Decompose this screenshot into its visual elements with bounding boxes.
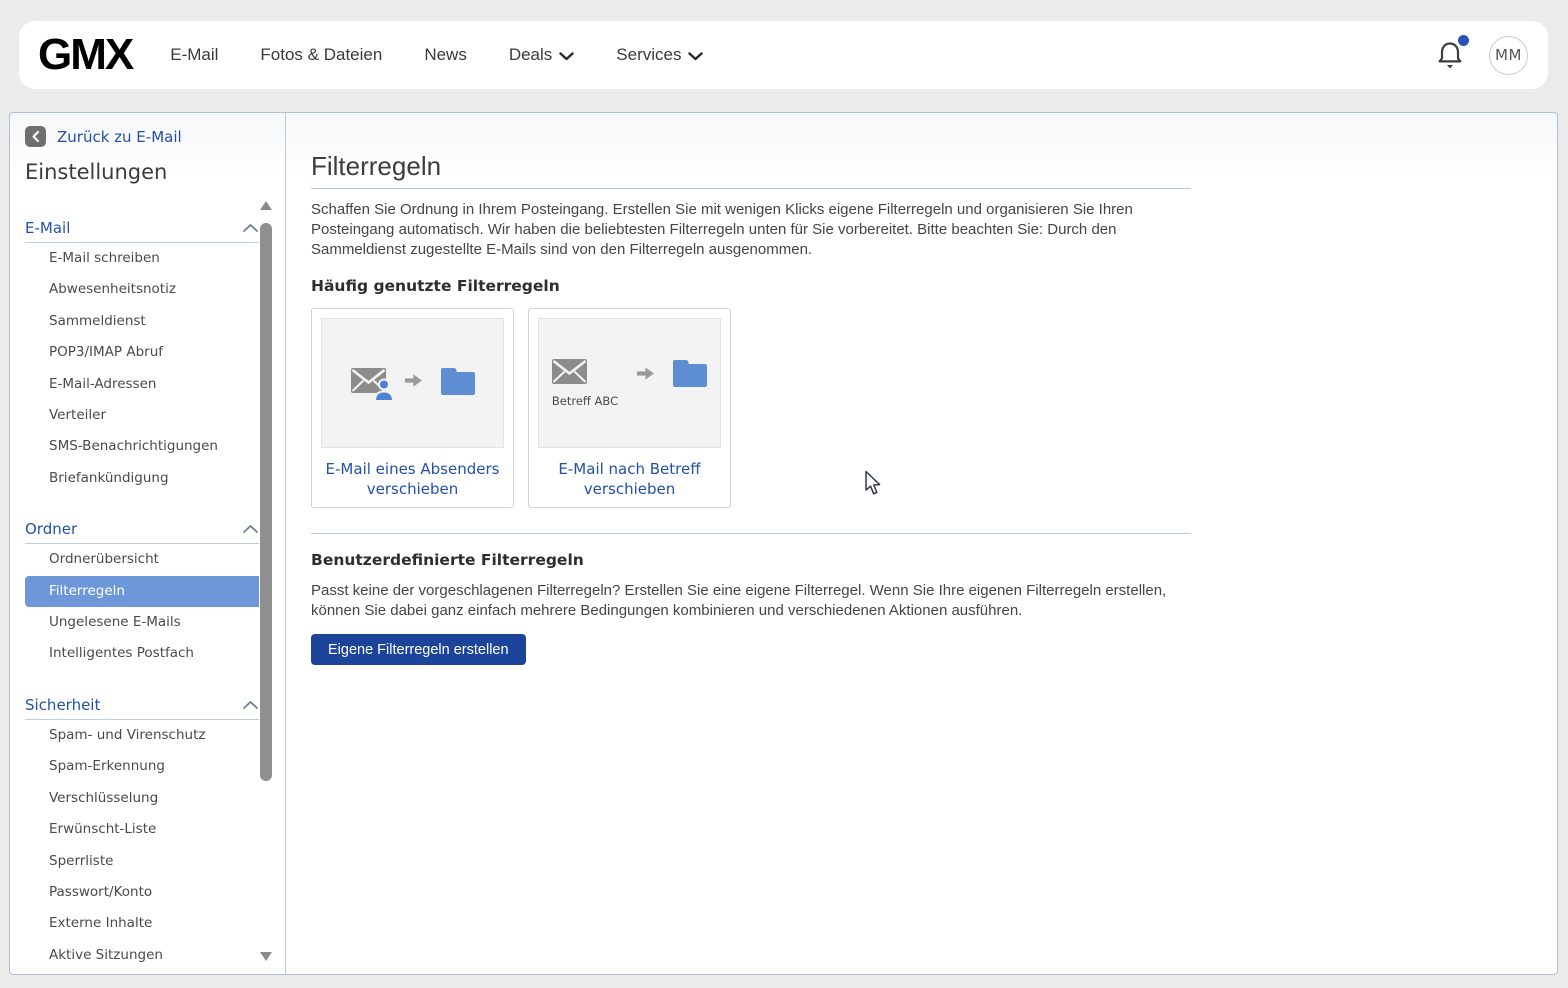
create-filter-button[interactable]: Eigene Filterregeln erstellen (311, 634, 526, 665)
filter-card-envelope-subject-to-folder[interactable]: Betreff ABC E-Mail nach Betreff verschieb… (528, 308, 731, 508)
avatar[interactable]: MM (1489, 35, 1528, 75)
section-label: E-Mail (25, 219, 71, 237)
scroll-down-arrow-icon[interactable] (260, 952, 272, 961)
notification-dot (1458, 35, 1469, 46)
main-content: Filterregeln Schaffen Sie Ordnung in Ihr… (287, 113, 1557, 974)
sidebar-section-ordner: Ordner Ordnerübersicht Filterregeln Ungeles… (25, 520, 259, 670)
chevron-up-icon[interactable] (242, 219, 259, 237)
arrow-right-icon (404, 373, 423, 393)
sidebar-item-sammeldienst[interactable]: Sammeldienst (25, 306, 259, 337)
chevron-down-icon (559, 46, 574, 66)
page-title: Filterregeln (311, 151, 442, 181)
card-figure (321, 318, 504, 448)
section-header[interactable]: Sicherheit (25, 696, 259, 720)
frequent-filters-heading: Häufig genutzte Filterregeln (311, 277, 560, 295)
sidebar-item-briefankündigung[interactable]: Briefankündigung (25, 463, 259, 494)
folder-icon (673, 358, 708, 392)
sidebar-item-sperrliste[interactable]: Sperrliste (25, 846, 259, 877)
notifications-button[interactable] (1437, 35, 1469, 70)
sidebar-item-e-mail-schreiben[interactable]: E-Mail schreiben (25, 243, 259, 274)
card-label[interactable]: E-Mail eines Absenders verschieben (321, 459, 504, 499)
sidebar-item-ordnerübersicht[interactable]: Ordnerübersicht (25, 544, 259, 575)
back-chevron-icon (25, 126, 46, 147)
chevron-down-icon (688, 46, 704, 66)
nav-item-label: Fotos & Dateien (260, 45, 383, 64)
sidebar-item-sms-benachrichtigungen[interactable]: SMS-Benachrichtigungen (25, 431, 259, 462)
sidebar-item-spam-erkennung[interactable]: Spam-Erkennung (25, 751, 259, 782)
title-divider (311, 188, 1191, 189)
custom-filters-text: Passt keine der vorgeschlagenen Filterre… (311, 582, 1167, 619)
settings-panel: Zurück zu E-Mail Einstellungen E-Mail E-M… (9, 112, 1558, 975)
sender-person-icon (373, 378, 395, 407)
gmx-logo[interactable]: GMX (38, 30, 134, 80)
sidebar-item-verteiler[interactable]: Verteiler (25, 400, 259, 431)
sidebar-item-ungelesene-e-mails[interactable]: Ungelesene E-Mails (25, 607, 259, 638)
sidebar-item-passwort-konto[interactable]: Passwort/Konto (25, 877, 259, 908)
sidebar-item-filterregeln[interactable]: Filterregeln (25, 575, 259, 608)
nav-item-news[interactable]: News (424, 45, 467, 65)
sidebar-item-spam-und-virenschutz[interactable]: Spam- und Virenschutz (25, 720, 259, 751)
arrow-right-icon (636, 366, 655, 386)
nav-item-e-mail[interactable]: E-Mail (170, 45, 218, 65)
back-link-label: Zurück zu E-Mail (57, 127, 182, 146)
sidebar-item-pop3-imap-abruf[interactable]: POP3/IMAP Abruf (25, 337, 259, 368)
custom-filters-heading: Benutzerdefinierte Filterregeln (311, 551, 584, 569)
section-divider (311, 533, 1191, 534)
folder-icon (440, 366, 475, 400)
filter-card-envelope-sender-to-folder[interactable]: E-Mail eines Absenders verschieben (311, 308, 514, 508)
settings-sidebar: Zurück zu E-Mail Einstellungen E-Mail E-M… (10, 113, 286, 974)
top-navigation-bar: GMX E-Mail Fotos & Dateien News Deals Servic… (19, 21, 1548, 89)
sidebar-item-erwünscht-liste[interactable]: Erwünscht-Liste (25, 814, 259, 845)
sidebar-item-verschlüsselung[interactable]: Verschlüsselung (25, 783, 259, 814)
sidebar-item-aktive-sitzungen[interactable]: Aktive Sitzungen (25, 940, 259, 964)
envelope-icon (350, 368, 394, 402)
section-header[interactable]: Ordner (25, 520, 259, 545)
chevron-up-icon[interactable] (242, 520, 259, 538)
sidebar-scrollbar[interactable] (259, 201, 273, 961)
sidebar-item-intelligentes-postfach[interactable]: Intelligentes Postfach (25, 638, 259, 669)
nav-item-label: E-Mail (170, 45, 219, 64)
primary-nav: E-Mail Fotos & Dateien News Deals Services (170, 44, 704, 66)
scrollbar-thumb[interactable] (260, 223, 272, 781)
back-to-email-link[interactable]: Zurück zu E-Mail (10, 113, 285, 147)
card-figure: Betreff ABC (538, 318, 721, 448)
bell-icon (1437, 42, 1463, 74)
section-header[interactable]: E-Mail (25, 219, 259, 243)
nav-item-deals[interactable]: Deals (509, 44, 574, 66)
chevron-up-icon[interactable] (242, 696, 259, 714)
sidebar-item-e-mail-adressen[interactable]: E-Mail-Adressen (25, 369, 259, 400)
intro-text: Schaffen Sie Ordnung in Ihrem Posteingan… (311, 201, 1133, 258)
envelope-group: Betreff ABC (551, 358, 619, 408)
nav-item-services[interactable]: Services (616, 44, 704, 66)
nav-item-label: Deals (508, 45, 553, 64)
filter-card-list: E-Mail eines Absenders verschieben Betref… (311, 308, 1557, 508)
envelope-icon (551, 358, 587, 389)
sidebar-section-e-mail: E-Mail E-Mail schreiben Abwesenheitsnotiz S… (25, 219, 259, 494)
sidebar-sections: E-Mail E-Mail schreiben Abwesenheitsnotiz S… (10, 197, 259, 964)
scroll-up-arrow-icon[interactable] (260, 201, 272, 210)
section-label: Ordner (25, 520, 78, 539)
section-label: Sicherheit (25, 695, 101, 714)
sidebar-title: Einstellungen (25, 160, 168, 184)
nav-item-label: News (424, 45, 467, 64)
sidebar-section-sicherheit: Sicherheit Spam- und Virenschutz Spam-Erke… (25, 696, 259, 964)
sidebar-item-externe-inhalte[interactable]: Externe Inhalte (25, 908, 259, 939)
nav-item-fotos-dateien[interactable]: Fotos & Dateien (260, 45, 382, 65)
envelope-group (350, 368, 394, 402)
nav-item-label: Services (616, 45, 682, 64)
card-label[interactable]: E-Mail nach Betreff verschieben (538, 459, 721, 499)
topbar-right: MM (1437, 35, 1548, 75)
sidebar-item-abwesenheitsnotiz[interactable]: Abwesenheitsnotiz (25, 274, 259, 305)
subject-caption: Betreff ABC (551, 393, 619, 408)
